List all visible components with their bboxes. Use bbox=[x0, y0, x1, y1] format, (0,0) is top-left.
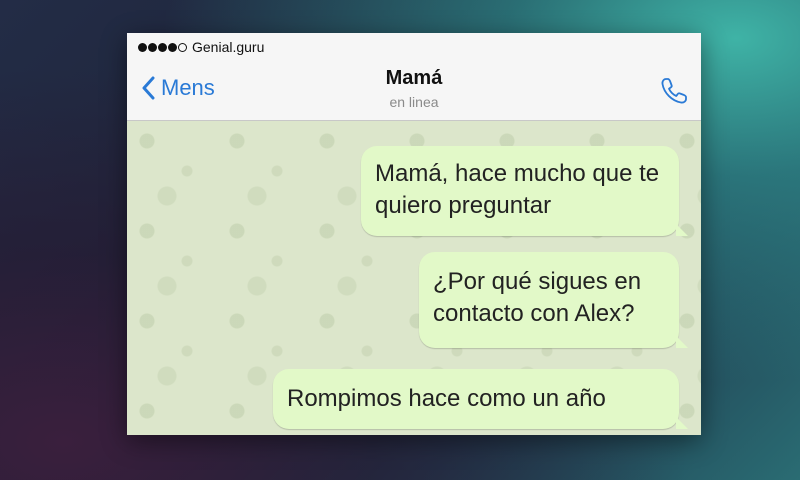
contact-status: en linea bbox=[389, 94, 439, 110]
contact-name: Mamá bbox=[385, 67, 443, 89]
phone-icon bbox=[661, 78, 687, 104]
outgoing-message[interactable]: Rompimos hace como un año bbox=[273, 369, 688, 429]
outgoing-message[interactable]: ¿Por qué sigues en contacto con Alex? bbox=[419, 252, 688, 348]
contact-info[interactable]: Mamá en linea bbox=[127, 67, 701, 110]
phone-screen: Genial.guru Mens Mamá en linea Mamá, hac… bbox=[127, 33, 701, 435]
call-button[interactable] bbox=[659, 76, 689, 106]
outgoing-message[interactable]: Mamá, hace mucho que te quiero preguntar bbox=[361, 146, 688, 236]
signal-strength-icon bbox=[138, 42, 187, 52]
status-bar: Genial.guru bbox=[127, 33, 701, 61]
chat-header: Mens Mamá en linea bbox=[127, 61, 701, 121]
carrier-label: Genial.guru bbox=[192, 39, 265, 55]
message-list[interactable]: Mamá, hace mucho que te quiero preguntar… bbox=[127, 121, 701, 435]
